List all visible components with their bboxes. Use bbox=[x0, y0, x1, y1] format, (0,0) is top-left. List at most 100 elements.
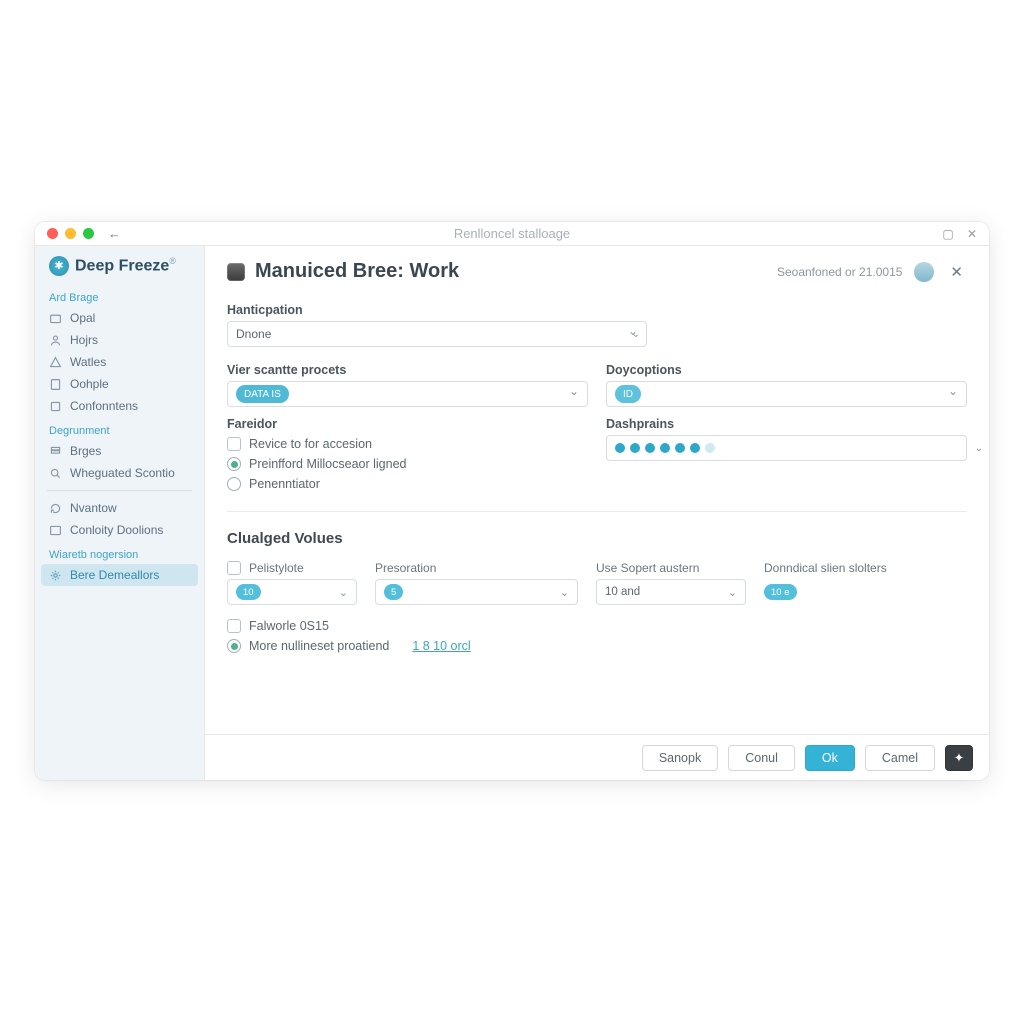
sanopk-button[interactable]: Sanopk bbox=[642, 745, 718, 771]
doc-icon bbox=[49, 378, 62, 391]
fareidor-label: Fareidor bbox=[227, 417, 588, 431]
dot-icon bbox=[690, 443, 700, 453]
donndical-label: Donndical slien slolters bbox=[764, 561, 967, 575]
refresh-icon bbox=[49, 502, 62, 515]
cb-pelistylote[interactable]: Pelistylote bbox=[227, 561, 357, 575]
sidebar-item-conloity[interactable]: Conloity Doolions bbox=[35, 519, 204, 541]
dot-icon bbox=[645, 443, 655, 453]
conul-button[interactable]: Conul bbox=[728, 745, 795, 771]
doycoptions-pill: ID bbox=[615, 385, 641, 403]
sidebar-item-hojrs[interactable]: Hojrs bbox=[35, 329, 204, 351]
content: Manuiced Bree: Work Seoanfoned or 21.001… bbox=[205, 246, 989, 780]
folder-icon bbox=[49, 312, 62, 325]
hanticpation-label: Hanticpation bbox=[227, 303, 967, 317]
content-header: Manuiced Bree: Work Seoanfoned or 21.001… bbox=[205, 246, 989, 289]
camel-button[interactable]: Camel bbox=[865, 745, 935, 771]
close-panel-button[interactable]: ✕ bbox=[946, 261, 967, 283]
search-icon bbox=[49, 467, 62, 480]
checkbox-icon bbox=[227, 437, 241, 451]
sidebar-item-watles[interactable]: Watles bbox=[35, 351, 204, 373]
nav-group-2-label: Degrunment bbox=[35, 417, 204, 440]
donndical-field[interactable]: 10 e bbox=[764, 579, 967, 605]
avatar[interactable] bbox=[914, 262, 934, 282]
window-maximize-button[interactable] bbox=[83, 228, 94, 239]
chevron-down-icon: ⌄ bbox=[975, 443, 983, 454]
sidebar-item-label: Conloity Doolions bbox=[70, 523, 163, 537]
brand-name: Deep Freeze® bbox=[75, 256, 176, 275]
donndical-pill: 10 e bbox=[764, 584, 797, 600]
sidebar-item-opal[interactable]: Opal bbox=[35, 307, 204, 329]
dashprains-input[interactable]: ⌄ bbox=[606, 435, 967, 461]
doycoptions-select[interactable]: ID bbox=[606, 381, 967, 407]
vier-select[interactable]: DATA IS bbox=[227, 381, 588, 407]
window-maximize-icon[interactable]: ▢ bbox=[941, 227, 955, 241]
vier-label: Vier scantte procets bbox=[227, 363, 588, 377]
settings-dark-button[interactable]: ✦ bbox=[945, 745, 973, 771]
sidebar-item-bere-demeallors[interactable]: Bere Demeallors bbox=[41, 564, 198, 586]
opt-preinfford[interactable]: Preinfford Millocseaor ligned bbox=[227, 457, 588, 471]
nav-separator bbox=[47, 490, 192, 491]
pelistylote-pill: 10 bbox=[236, 584, 261, 600]
sidebar-item-confonntens[interactable]: Confonntens bbox=[35, 395, 204, 417]
sidebar-item-label: Opal bbox=[70, 311, 95, 325]
checkbox-icon bbox=[227, 561, 241, 575]
doycoptions-label: Doycoptions bbox=[606, 363, 967, 377]
sparkle-icon: ✦ bbox=[954, 750, 964, 765]
sidebar-item-label: Watles bbox=[70, 355, 106, 369]
opt-penenntiator[interactable]: Penenntiator bbox=[227, 477, 588, 491]
pelistylote-select[interactable]: 10⌄ bbox=[227, 579, 357, 605]
presoration-select[interactable]: 5⌄ bbox=[375, 579, 578, 605]
presoration-label: Presoration bbox=[375, 561, 578, 575]
hanticpation-value: Dnone bbox=[236, 327, 271, 341]
sidebar-item-wheguated[interactable]: Wheguated Scontio bbox=[35, 462, 204, 484]
sidebar-item-nvantow[interactable]: Nvantow bbox=[35, 497, 204, 519]
window-close-icon[interactable]: ✕ bbox=[965, 227, 979, 241]
sidebar-item-label: Oohple bbox=[70, 377, 109, 391]
warning-icon bbox=[49, 356, 62, 369]
use-super-select[interactable]: 10 and ⌄ bbox=[596, 579, 746, 605]
dot-icon bbox=[660, 443, 670, 453]
brand: Deep Freeze® bbox=[35, 256, 204, 284]
nav-group-1-label: Ard Brage bbox=[35, 284, 204, 307]
chevron-down-icon: ⌄ bbox=[728, 586, 737, 599]
sidebar-item-label: Nvantow bbox=[70, 501, 117, 515]
gear-icon bbox=[49, 569, 62, 582]
user-icon bbox=[49, 334, 62, 347]
sidebar-item-label: Wheguated Scontio bbox=[70, 466, 175, 480]
window-minimize-button[interactable] bbox=[65, 228, 76, 239]
radio-on-icon bbox=[227, 639, 241, 653]
sidebar-item-brges[interactable]: Brges bbox=[35, 440, 204, 462]
sidebar-item-label: Brges bbox=[70, 444, 101, 458]
use-super-label: Use Sopert austern bbox=[596, 561, 746, 575]
sidebar-item-oohple[interactable]: Oohple bbox=[35, 373, 204, 395]
divider bbox=[227, 511, 967, 512]
sidebar-item-label: Confonntens bbox=[70, 399, 138, 413]
use-super-value: 10 and bbox=[605, 586, 640, 598]
window-title: Renlloncel stalloage bbox=[35, 226, 989, 241]
sidebar-item-label: Bere Demeallors bbox=[70, 568, 159, 582]
chevron-down-icon: ⌄ bbox=[560, 586, 569, 599]
ok-button[interactable]: Ok bbox=[805, 745, 855, 771]
brand-logo-icon bbox=[49, 256, 69, 276]
traffic-lights bbox=[35, 228, 94, 239]
dashprains-label: Dashprains bbox=[606, 417, 967, 431]
titlebar: ← Renlloncel stalloage ▢ ✕ bbox=[35, 222, 989, 246]
back-button[interactable]: ← bbox=[108, 226, 121, 241]
dot-dim-icon bbox=[705, 443, 715, 453]
hanticpation-select[interactable]: Dnone ⌄ bbox=[227, 321, 647, 347]
sidebar-item-label: Hojrs bbox=[70, 333, 98, 347]
opt-revice[interactable]: Revice to for accesion bbox=[227, 437, 588, 451]
form: Hanticpation Dnone ⌄ Vier scantte procet… bbox=[205, 289, 989, 734]
section-clualged-volues: Clualged Volues bbox=[227, 530, 967, 547]
cb-falworle[interactable]: Falworle 0S15 bbox=[227, 619, 967, 633]
opt-more-nullineset[interactable]: More nullineset proatiend 1 8 10 orcl bbox=[227, 639, 967, 653]
checkbox-icon bbox=[227, 619, 241, 633]
window-close-button[interactable] bbox=[47, 228, 58, 239]
presoration-pill: 5 bbox=[384, 584, 403, 600]
app-window: ← Renlloncel stalloage ▢ ✕ Deep Freeze® … bbox=[35, 222, 989, 780]
footer: Sanopk Conul Ok Camel ✦ bbox=[205, 734, 989, 780]
vier-pill: DATA IS bbox=[236, 385, 289, 403]
panel-icon bbox=[49, 524, 62, 537]
radio-on-icon bbox=[227, 457, 241, 471]
more-link[interactable]: 1 8 10 orcl bbox=[412, 639, 470, 653]
